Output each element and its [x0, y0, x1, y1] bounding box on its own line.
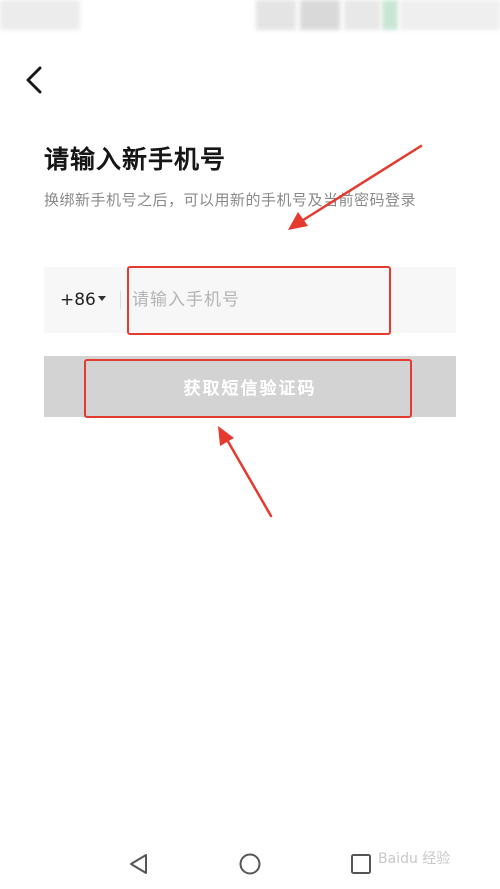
- watermark: Baidu 经验: [378, 851, 451, 867]
- back-button[interactable]: [16, 62, 52, 98]
- annotation-arrow-top: [288, 144, 423, 230]
- status-blur: [382, 0, 398, 30]
- caret-down-icon[interactable]: [98, 296, 106, 301]
- nav-recents-button[interactable]: [347, 850, 375, 878]
- screen: 请输入新手机号 换绑新手机号之后，可以用新的手机号及当前密码登录 +86 获取短…: [0, 0, 500, 889]
- nav-home-button[interactable]: [236, 850, 264, 878]
- annotation-arrows: [218, 144, 423, 518]
- triangle-back-icon: [130, 854, 147, 874]
- divider: [120, 291, 121, 309]
- status-blur: [256, 0, 296, 30]
- get-sms-code-button[interactable]: 获取短信验证码: [44, 356, 456, 417]
- status-blur: [400, 0, 500, 30]
- nav-back-button[interactable]: [126, 850, 154, 878]
- status-blur: [0, 0, 80, 30]
- country-code-selector[interactable]: +86: [60, 267, 96, 333]
- page-title: 请输入新手机号: [44, 145, 227, 174]
- status-blur: [300, 0, 340, 30]
- status-bar: [0, 0, 500, 34]
- annotation-arrow-bottom: [218, 426, 273, 518]
- square-recents-icon: [351, 854, 371, 874]
- circle-home-icon: [239, 853, 261, 875]
- phone-number-input[interactable]: [132, 267, 432, 333]
- status-blur: [344, 0, 380, 30]
- chevron-left-icon: [26, 66, 42, 94]
- page-description: 换绑新手机号之后，可以用新的手机号及当前密码登录: [44, 191, 417, 209]
- phone-input-row: +86: [44, 267, 456, 333]
